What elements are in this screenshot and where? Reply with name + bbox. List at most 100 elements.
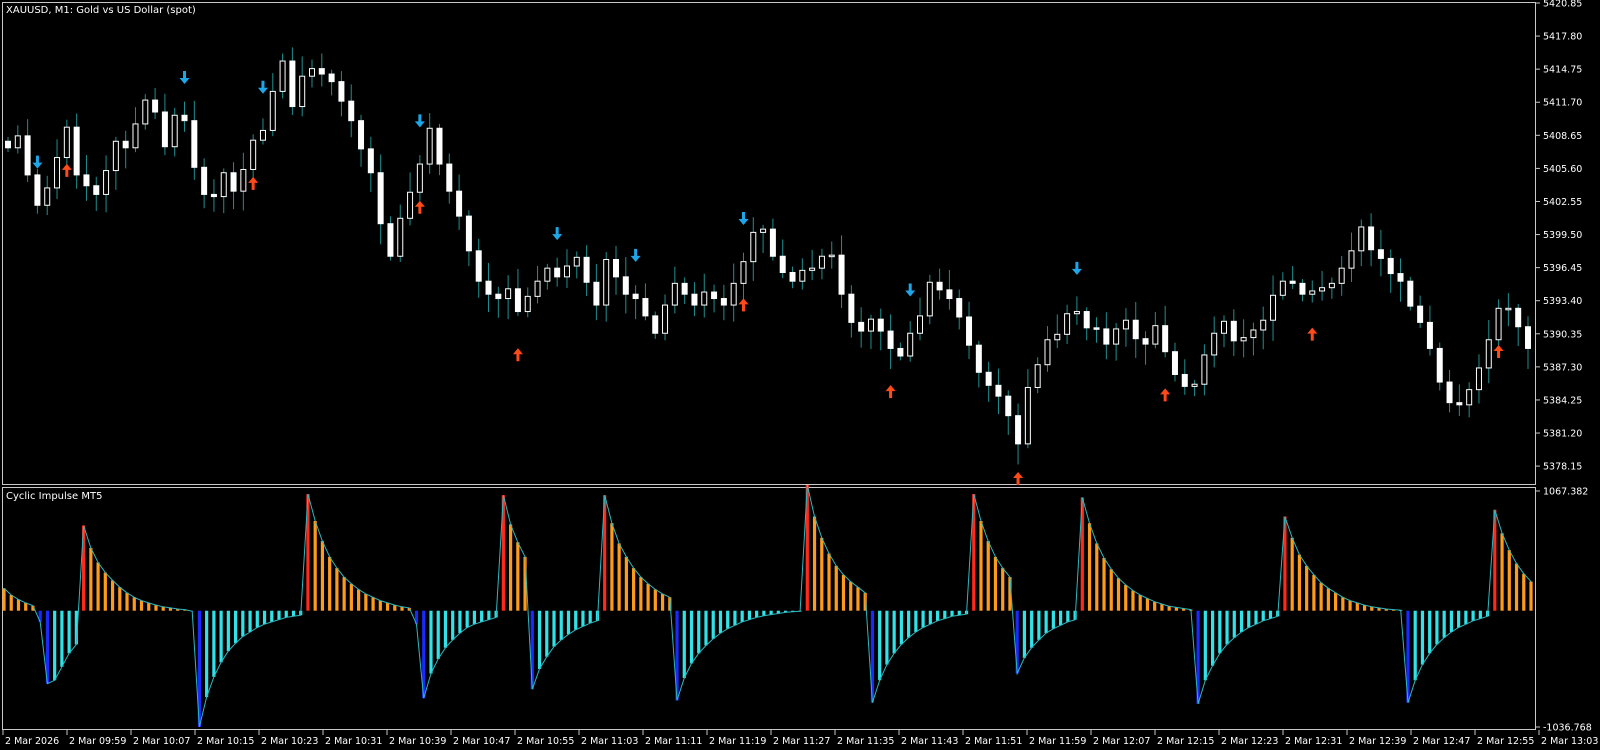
histogram-bar-negative xyxy=(1268,610,1273,619)
candle-up xyxy=(1073,311,1080,315)
histogram-bar-negative xyxy=(241,610,245,637)
candle-up xyxy=(1348,250,1355,269)
time-axis-label: 2 Mar 12:15 xyxy=(1157,736,1214,747)
histogram-bar-positive xyxy=(1312,574,1316,611)
candle-up xyxy=(220,172,227,198)
candle-up xyxy=(867,318,874,332)
candle-up xyxy=(544,267,551,282)
histogram-bar-negative xyxy=(480,610,484,622)
histogram-bar-negative xyxy=(291,610,296,617)
histogram-bar-negative xyxy=(233,610,238,644)
price-axis-label: 5381.20 xyxy=(1543,429,1582,440)
histogram-bar-negative xyxy=(718,610,723,634)
histogram-bar-negative xyxy=(205,610,209,698)
time-axis-label: 2 Mar 12:31 xyxy=(1285,736,1342,747)
histogram-bar-negative xyxy=(472,610,477,625)
candle-up xyxy=(701,291,708,306)
candle-down xyxy=(1397,273,1404,282)
histogram-bar-positive xyxy=(118,587,122,611)
candle-up xyxy=(809,267,816,271)
price-axis-label: 5390.35 xyxy=(1543,329,1582,340)
histogram-bar-negative xyxy=(1225,610,1229,645)
histogram-bar-positive xyxy=(1109,569,1113,611)
candle-down xyxy=(946,289,953,300)
candle-up xyxy=(534,280,541,297)
histogram-bar-negative xyxy=(581,610,585,627)
candle-down xyxy=(936,281,943,291)
histogram-bar-positive xyxy=(653,589,657,611)
candle-down xyxy=(24,135,31,176)
candle-up xyxy=(63,126,70,159)
histogram-bar-positive xyxy=(1334,592,1338,611)
time-axis-label: 2 Mar 10:31 xyxy=(325,736,382,747)
candle-up xyxy=(1475,367,1482,391)
candle-up xyxy=(1485,339,1492,369)
price-axis-label: 5405.60 xyxy=(1543,164,1582,175)
candle-up xyxy=(818,255,825,269)
time-axis-label: 2 Mar 13:03 xyxy=(1541,736,1598,747)
candle-down xyxy=(475,250,482,282)
histogram-bar-negative xyxy=(943,610,947,619)
histogram-bar-negative xyxy=(733,610,737,626)
histogram-bar-negative xyxy=(1449,610,1453,633)
histogram-bar-negative xyxy=(53,610,57,681)
candle-down xyxy=(318,68,325,75)
histogram-bar-positive xyxy=(147,602,151,611)
candle-up xyxy=(1152,325,1159,345)
candle-up xyxy=(1044,339,1051,366)
candle-up xyxy=(1054,333,1061,341)
histogram-bar-positive xyxy=(9,595,13,611)
candle-down xyxy=(613,258,619,278)
histogram-bar-positive xyxy=(139,600,144,611)
candle-down xyxy=(1162,325,1169,353)
histogram-bar-negative xyxy=(1210,610,1215,666)
time-axis-label: 2 Mar 12:39 xyxy=(1349,736,1406,747)
histogram-bar-negative xyxy=(689,610,694,664)
histogram-bar-positive xyxy=(1522,573,1526,611)
candle-down xyxy=(387,223,394,257)
histogram-bar-negative xyxy=(552,610,556,647)
histogram-bar-positive xyxy=(646,583,650,611)
histogram-bar-negative xyxy=(1051,610,1055,629)
candle-down xyxy=(877,318,884,332)
price-axis-label: 5408.65 xyxy=(1543,131,1582,142)
candle-up xyxy=(1279,280,1286,296)
price-axis-label: 5387.30 xyxy=(1543,362,1582,373)
candle-down xyxy=(1083,311,1090,329)
histogram-bar-positive xyxy=(632,568,636,611)
candle-down xyxy=(122,140,129,149)
candle-up xyxy=(54,157,61,189)
candle-up xyxy=(1064,313,1071,335)
candle-down xyxy=(652,315,659,334)
histogram-bar-negative xyxy=(755,610,759,618)
candle-up xyxy=(1309,290,1316,295)
histogram-bar-positive xyxy=(1507,550,1511,611)
histogram-bar-positive xyxy=(1326,588,1330,611)
indicator-axis-label: 1067.382 xyxy=(1543,487,1588,498)
price-axis-label: 5393.40 xyxy=(1543,296,1582,307)
candle-up xyxy=(926,281,933,317)
candle-up xyxy=(397,217,404,257)
histogram-bar-positive xyxy=(103,572,107,611)
candle-down xyxy=(338,81,345,102)
histogram-bar-negative xyxy=(226,610,230,652)
candle-down xyxy=(1456,402,1463,406)
candle-up xyxy=(1505,307,1512,311)
time-axis-label: 2 Mar 11:59 xyxy=(1029,736,1086,747)
candle-down xyxy=(5,140,11,149)
candle-up xyxy=(750,231,757,263)
candle-up xyxy=(828,254,835,258)
histogram-bar-positive xyxy=(1167,606,1171,611)
histogram-bar-negative xyxy=(1435,610,1439,645)
histogram-bar-negative xyxy=(487,610,491,620)
histogram-bar-positive xyxy=(313,520,317,611)
histogram-bar-positive xyxy=(1160,603,1164,611)
candle-up xyxy=(662,304,669,334)
histogram-bar-positive xyxy=(624,556,628,611)
histogram-bar-positive xyxy=(1087,523,1092,611)
histogram-bar-positive xyxy=(1319,582,1323,611)
chart-canvas: XAUUSD, M1: Gold vs US Dollar (spot) Cyc… xyxy=(0,0,1600,750)
candle-up xyxy=(1319,287,1326,292)
histogram-bar-negative xyxy=(907,610,911,638)
price-axis-label: 5396.45 xyxy=(1543,263,1582,274)
